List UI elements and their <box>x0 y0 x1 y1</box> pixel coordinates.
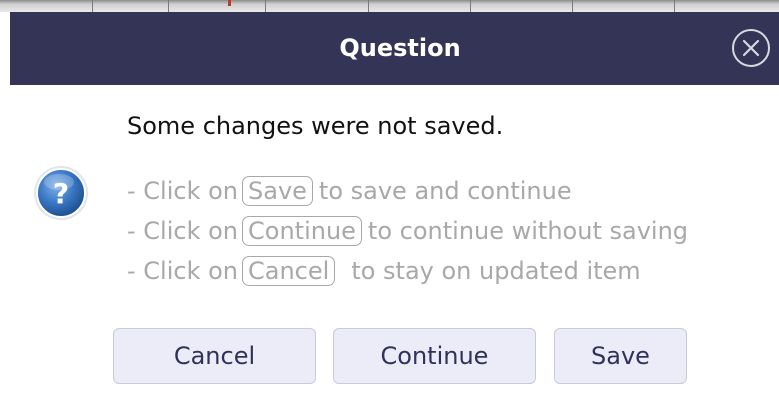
background-divider <box>674 0 675 12</box>
hint-prefix: - Click on <box>127 217 238 245</box>
continue-button[interactable]: Continue <box>333 328 536 384</box>
hint-key-continue: Continue <box>242 216 362 246</box>
background-marker <box>228 0 231 6</box>
hint-suffix: to stay on updated item <box>351 257 641 285</box>
hint-save: - Click on Save to save and continue <box>127 174 572 208</box>
svg-text:?: ? <box>53 177 69 210</box>
hint-cancel: - Click on Cancel to stay on updated item <box>127 254 641 288</box>
cancel-button[interactable]: Cancel <box>113 328 316 384</box>
background-divider <box>368 0 369 12</box>
save-button[interactable]: Save <box>554 328 687 384</box>
hint-suffix: to continue without saving <box>367 217 689 245</box>
hint-prefix: - Click on <box>127 177 238 205</box>
question-icon: ? <box>34 166 88 220</box>
close-circle-icon <box>742 39 760 57</box>
hint-continue: - Click on Continue to continue without sa… <box>127 214 688 248</box>
background-divider <box>470 0 471 12</box>
background-divider <box>265 0 266 12</box>
background-divider <box>168 0 169 12</box>
question-dialog: Question Some changes were not saved. ? … <box>10 12 779 408</box>
dialog-message: Some changes were not saved. <box>127 112 504 140</box>
hint-key-save: Save <box>242 176 313 206</box>
background-divider <box>572 0 573 12</box>
background-window-strip <box>0 0 779 12</box>
background-divider <box>92 0 93 12</box>
hint-key-cancel: Cancel <box>242 256 336 286</box>
dialog-title: Question <box>339 34 461 62</box>
hint-prefix: - Click on <box>127 257 238 285</box>
hint-suffix: to save and continue <box>318 177 572 205</box>
close-button[interactable] <box>732 29 770 67</box>
